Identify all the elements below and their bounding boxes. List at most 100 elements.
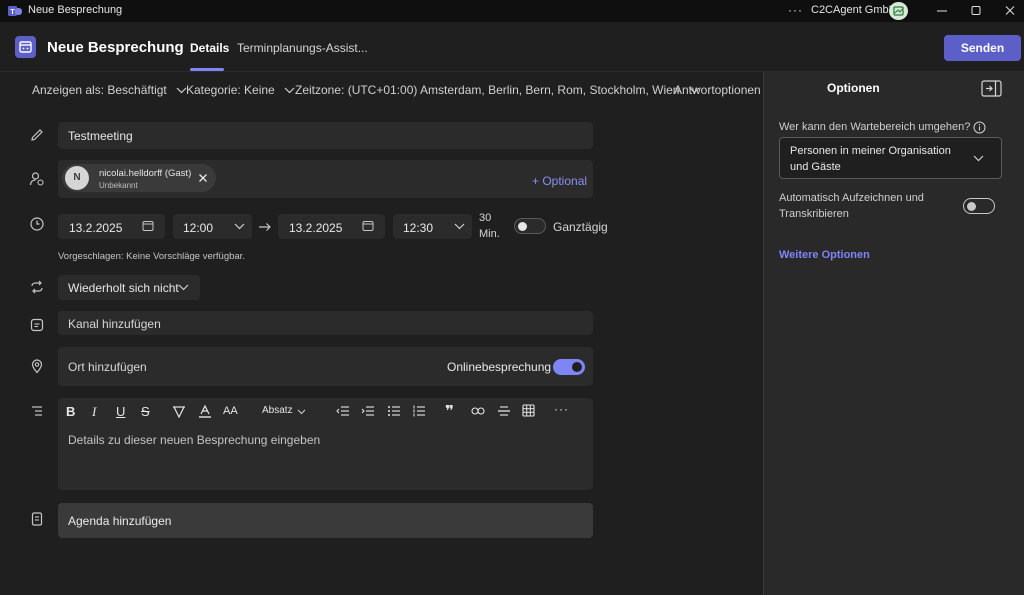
close-icon bbox=[199, 174, 207, 182]
online-meeting-label: Onlinebesprechung bbox=[447, 360, 552, 374]
lobby-bypass-label: Wer kann den Wartebereich umgehen? bbox=[779, 121, 971, 133]
teams-logo-icon: T bbox=[8, 4, 22, 18]
channel-placeholder: Kanal hinzufügen bbox=[68, 317, 161, 331]
attendee-avatar: N bbox=[65, 166, 89, 190]
add-agenda-button[interactable]: Agenda hinzufügen bbox=[58, 503, 593, 538]
options-panel: Optionen Wer kann den Wartebereich umgeh… bbox=[763, 72, 1024, 595]
minimize-button[interactable] bbox=[930, 5, 954, 17]
chevron-down-icon bbox=[178, 284, 189, 291]
close-window-button[interactable] bbox=[998, 5, 1022, 17]
channel-icon bbox=[29, 317, 45, 333]
start-time-picker[interactable]: 12:00 bbox=[173, 214, 252, 239]
attendee-name: nicolai.helldorff (Gast) bbox=[99, 168, 192, 179]
tab-scheduling-assistant[interactable]: Terminplanungs-Assist... bbox=[237, 41, 368, 55]
font-color-icon[interactable] bbox=[198, 404, 212, 418]
clock-icon bbox=[29, 216, 45, 232]
calendar-icon bbox=[362, 221, 374, 231]
panel-collapse-icon bbox=[981, 80, 1002, 97]
quote-icon[interactable]: ❞ bbox=[445, 402, 454, 420]
horizontal-line-icon[interactable] bbox=[497, 405, 511, 417]
location-placeholder: Ort hinzufügen bbox=[68, 360, 147, 374]
highlight-icon[interactable] bbox=[172, 404, 186, 418]
org-avatar-icon bbox=[893, 6, 904, 16]
details-placeholder: Details zu dieser neuen Besprechung eing… bbox=[68, 433, 321, 447]
start-time-value: 12:00 bbox=[183, 221, 214, 235]
end-date-picker[interactable]: 13.2.2025 bbox=[278, 214, 385, 239]
end-time-picker[interactable]: 12:30 bbox=[393, 214, 472, 239]
details-list-icon bbox=[29, 403, 45, 419]
timezone-label: Zeitzone: (UTC+01:00) Amsterdam, Berlin,… bbox=[295, 83, 680, 97]
recurrence-value: Wiederholt sich nicht bbox=[68, 281, 179, 295]
bulleted-list-icon[interactable] bbox=[387, 405, 401, 417]
svg-text:T: T bbox=[10, 9, 15, 16]
lobby-bypass-dropdown[interactable]: Personen in meiner Organisation und Gäst… bbox=[779, 137, 1002, 179]
strikethrough-icon[interactable]: S bbox=[141, 404, 150, 419]
location-icon bbox=[29, 358, 45, 374]
suggestion-text: Vorgeschlagen: Keine Vorschläge verfügba… bbox=[58, 251, 245, 262]
duration-number: 30 bbox=[479, 212, 492, 224]
lobby-value-line2: und Gäste bbox=[790, 161, 841, 173]
title-value: Testmeeting bbox=[68, 129, 133, 143]
chevron-down-icon bbox=[234, 223, 245, 230]
bold-icon[interactable]: B bbox=[66, 404, 75, 419]
italic-icon[interactable]: I bbox=[92, 404, 96, 420]
calendar-app-icon bbox=[15, 36, 36, 58]
close-panel-button[interactable] bbox=[981, 80, 1002, 97]
info-icon[interactable] bbox=[973, 121, 986, 134]
category-dropdown[interactable]: Kategorie: Keine bbox=[186, 83, 295, 97]
more-formatting-icon[interactable]: ··· bbox=[554, 402, 569, 416]
auto-record-label-line2: Transkribieren bbox=[779, 208, 849, 220]
all-day-toggle[interactable] bbox=[514, 218, 546, 234]
font-size-icon[interactable]: AA bbox=[223, 405, 238, 417]
auto-record-label-line1: Automatisch Aufzeichnen und bbox=[779, 192, 924, 204]
lobby-value-line1: Personen in meiner Organisation bbox=[790, 145, 951, 157]
remove-attendee-button[interactable] bbox=[198, 173, 208, 183]
online-meeting-toggle[interactable] bbox=[553, 359, 585, 375]
end-time-value: 12:30 bbox=[403, 221, 434, 235]
all-day-label: Ganztägig bbox=[553, 220, 608, 234]
optional-attendees-link[interactable]: + Optional bbox=[532, 174, 587, 188]
minimize-icon bbox=[937, 10, 947, 12]
send-button[interactable]: Senden bbox=[944, 35, 1021, 61]
recurrence-dropdown[interactable]: Wiederholt sich nicht bbox=[58, 275, 200, 300]
title-input[interactable]: Testmeeting bbox=[58, 122, 593, 149]
profile-avatar[interactable] bbox=[889, 2, 908, 20]
meeting-header: Neue Besprechung Details Terminplanungs-… bbox=[0, 22, 1024, 72]
calendar-icon bbox=[142, 221, 154, 231]
paragraph-style-dropdown[interactable]: Absatz bbox=[262, 405, 293, 416]
maximize-icon bbox=[971, 6, 981, 15]
active-tab-indicator bbox=[190, 68, 224, 71]
more-options-button[interactable]: ··· bbox=[788, 3, 803, 17]
channel-input[interactable]: Kanal hinzufügen bbox=[58, 311, 593, 335]
chevron-down-icon bbox=[284, 87, 295, 94]
formatting-toolbar: B I U S AA Absatz ❞ ··· bbox=[58, 398, 593, 424]
toggle-knob bbox=[967, 201, 976, 211]
arrow-right-icon bbox=[258, 222, 272, 232]
link-icon[interactable] bbox=[471, 406, 485, 416]
end-date-value: 13.2.2025 bbox=[289, 221, 343, 235]
toggle-knob bbox=[518, 221, 527, 231]
show-as-dropdown[interactable]: Anzeigen als: Beschäftigt bbox=[32, 83, 187, 97]
org-name: C2CAgent GmbH bbox=[811, 4, 897, 16]
tab-details[interactable]: Details bbox=[190, 41, 229, 55]
close-icon bbox=[1005, 6, 1015, 15]
maximize-button[interactable] bbox=[964, 5, 988, 17]
toggle-knob bbox=[572, 362, 582, 372]
response-options-label: Antwortoptionen bbox=[674, 83, 761, 97]
start-date-value: 13.2.2025 bbox=[69, 221, 123, 235]
start-date-picker[interactable]: 13.2.2025 bbox=[58, 214, 165, 239]
panel-title: Optionen bbox=[827, 81, 880, 95]
repeat-icon bbox=[29, 279, 45, 295]
category-label: Kategorie: Keine bbox=[186, 83, 275, 97]
underline-icon[interactable]: U bbox=[116, 404, 125, 419]
pencil-icon bbox=[29, 127, 45, 143]
outdent-icon[interactable] bbox=[336, 405, 350, 417]
location-input[interactable]: Ort hinzufügen Onlinebesprechung bbox=[58, 347, 593, 386]
timezone-dropdown[interactable]: Zeitzone: (UTC+01:00) Amsterdam, Berlin,… bbox=[295, 83, 700, 97]
table-icon[interactable] bbox=[522, 404, 535, 417]
auto-record-toggle[interactable] bbox=[963, 198, 995, 214]
numbered-list-icon[interactable] bbox=[412, 405, 426, 417]
indent-icon[interactable] bbox=[361, 405, 375, 417]
page-title: Neue Besprechung bbox=[47, 39, 184, 56]
more-options-link[interactable]: Weitere Optionen bbox=[779, 249, 870, 261]
